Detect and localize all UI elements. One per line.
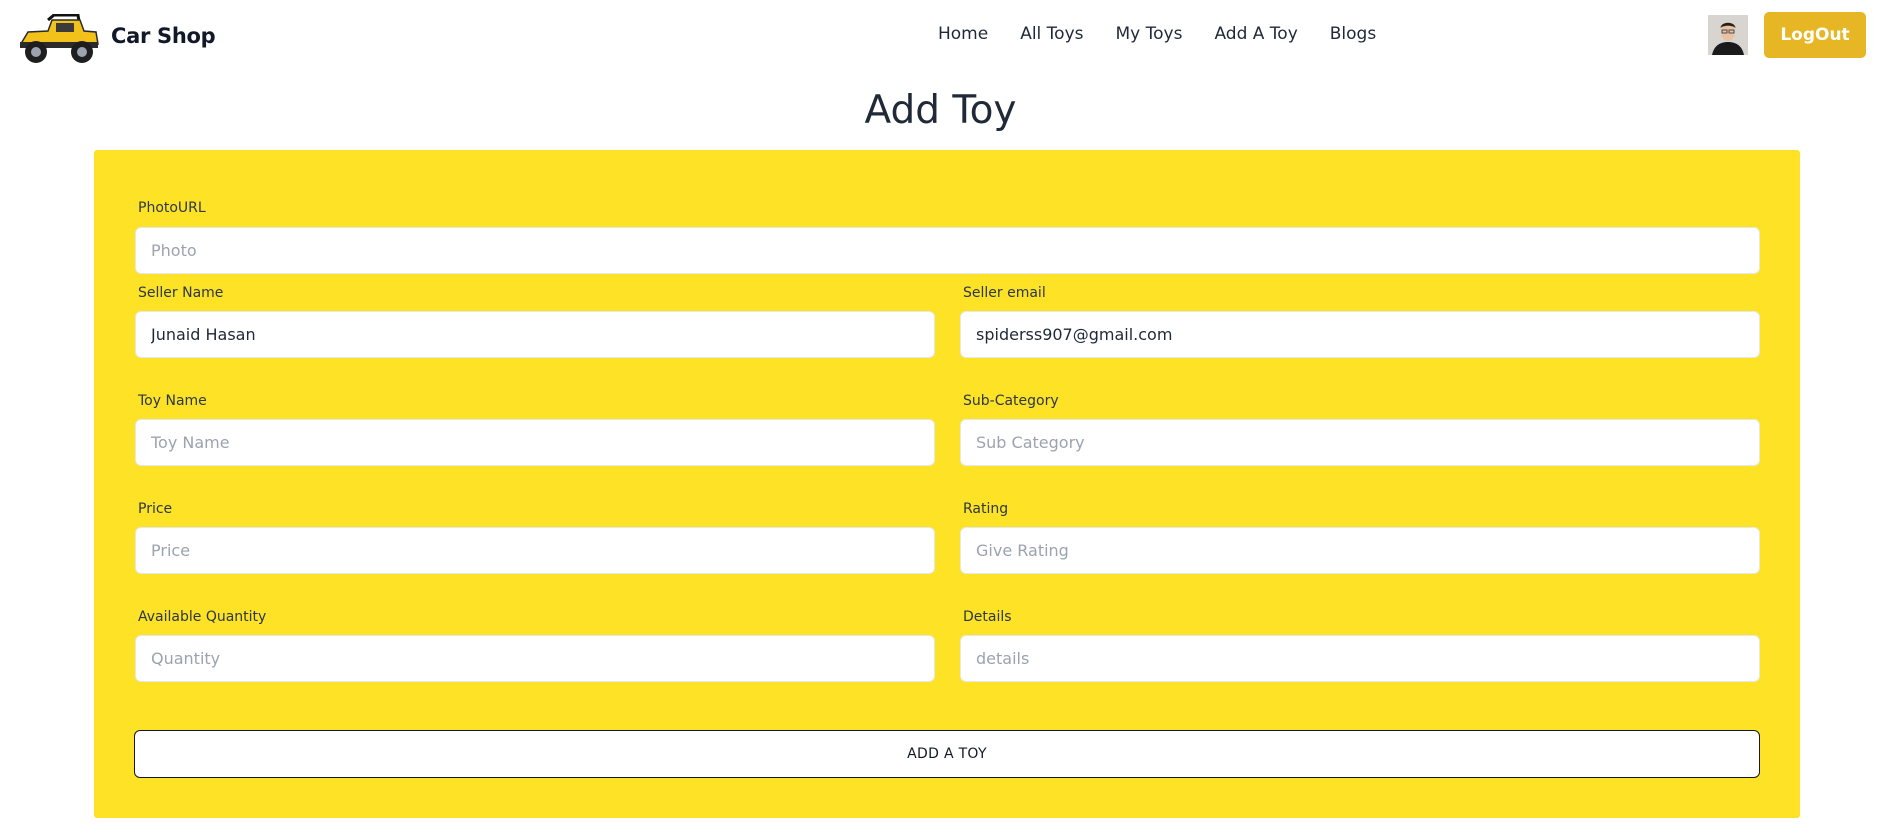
quantity-label: Available Quantity — [138, 609, 267, 625]
main-nav: Home All Toys My Toys Add A Toy Blogs — [938, 24, 1408, 44]
sub-category-input[interactable] — [960, 419, 1760, 466]
logout-button[interactable]: LogOut — [1764, 12, 1866, 58]
photo-url-input[interactable] — [135, 227, 1760, 274]
sub-category-label: Sub-Category — [963, 393, 1059, 409]
seller-name-input[interactable] — [135, 311, 935, 358]
nav-item-all-toys[interactable]: All Toys — [1020, 24, 1083, 44]
details-label: Details — [963, 609, 1012, 625]
nav-item-add-a-toy[interactable]: Add A Toy — [1214, 24, 1297, 44]
user-avatar[interactable] — [1708, 15, 1748, 55]
details-input[interactable] — [960, 635, 1760, 682]
brand-name[interactable]: Car Shop — [111, 24, 216, 48]
seller-name-label: Seller Name — [138, 285, 224, 301]
navbar: Car Shop Home All Toys My Toys Add A Toy… — [0, 0, 1881, 72]
seller-email-label: Seller email — [963, 285, 1046, 301]
rating-input[interactable] — [960, 527, 1760, 574]
add-toy-form: PhotoURL Seller Name Seller email Toy Na… — [94, 150, 1800, 818]
add-a-toy-button[interactable]: ADD A TOY — [134, 730, 1760, 778]
price-label: Price — [138, 501, 173, 517]
toy-jeep-logo-icon[interactable] — [18, 13, 100, 64]
photo-url-label: PhotoURL — [138, 200, 206, 216]
quantity-input[interactable] — [135, 635, 935, 682]
seller-email-input[interactable] — [960, 311, 1760, 358]
rating-label: Rating — [963, 501, 1009, 517]
toy-name-label: Toy Name — [138, 393, 207, 409]
page-title: Add Toy — [864, 88, 1017, 133]
toy-name-input[interactable] — [135, 419, 935, 466]
nav-item-blogs[interactable]: Blogs — [1330, 24, 1376, 44]
nav-item-my-toys[interactable]: My Toys — [1116, 24, 1183, 44]
price-input[interactable] — [135, 527, 935, 574]
nav-item-home[interactable]: Home — [938, 24, 988, 44]
